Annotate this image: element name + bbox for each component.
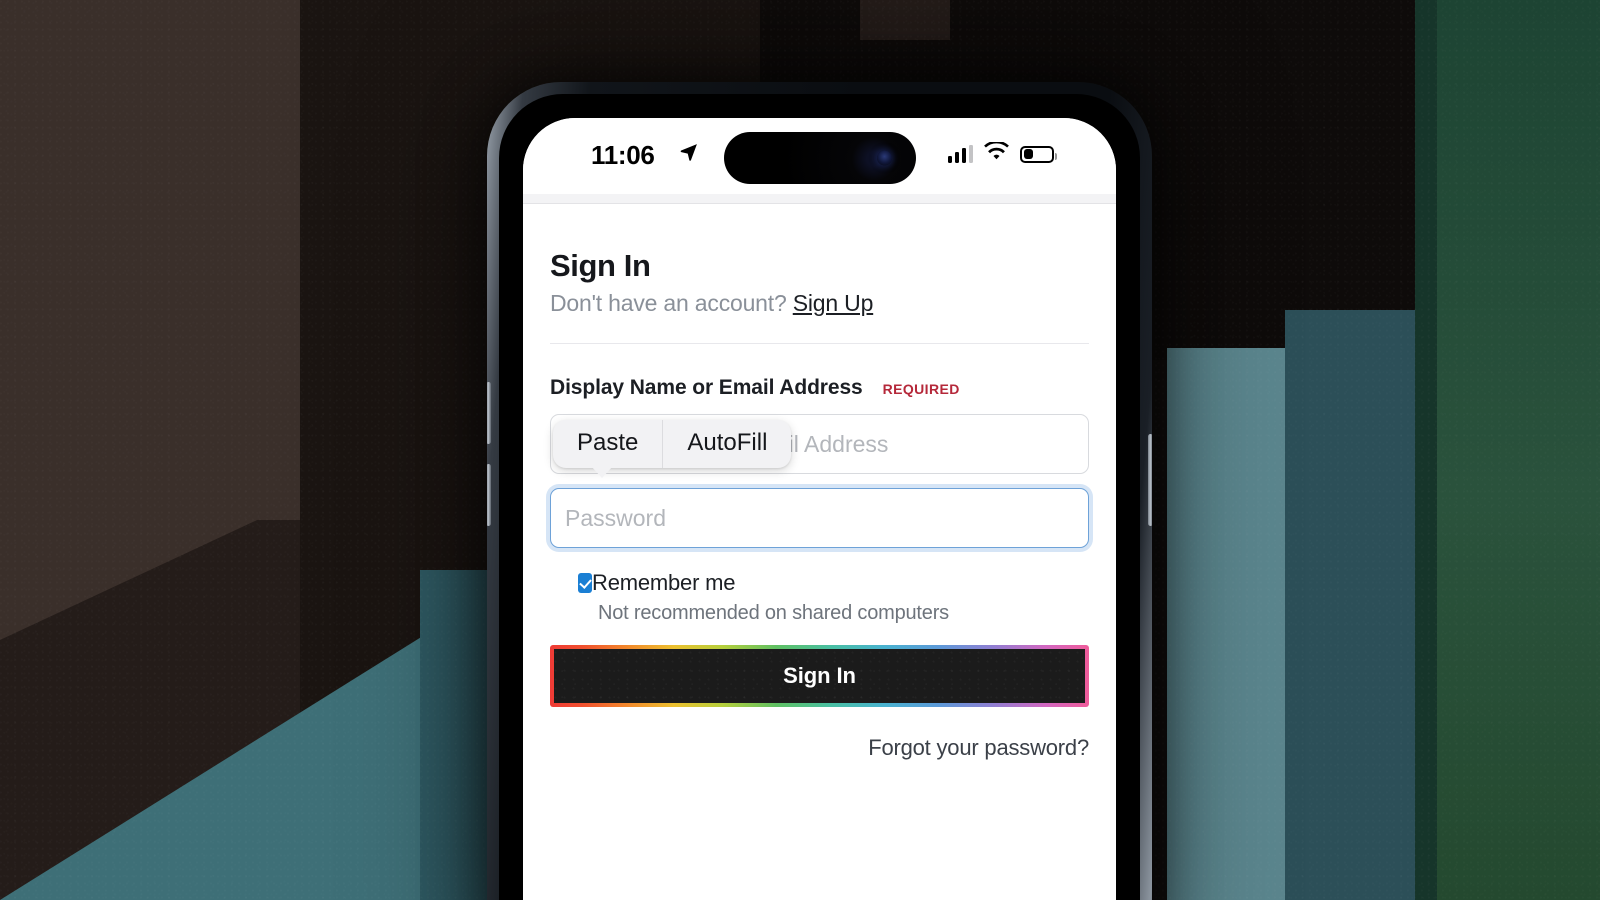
signin-submit-button[interactable]: Sign In bbox=[550, 645, 1089, 707]
volume-down-button[interactable] bbox=[487, 464, 491, 526]
username-label-row: Display Name or Email Address REQUIRED bbox=[550, 376, 1089, 400]
signup-prompt: Don't have an account? Sign Up bbox=[550, 290, 1089, 317]
forgot-password-row: Forgot your password? bbox=[550, 735, 1089, 761]
password-field-wrap: Paste AutoFill bbox=[550, 420, 1089, 548]
browser-toolbar-strip bbox=[523, 194, 1116, 204]
location-arrow-icon bbox=[679, 142, 699, 167]
password-input[interactable] bbox=[550, 488, 1089, 548]
forgot-password-link[interactable]: Forgot your password? bbox=[868, 735, 1089, 760]
bg-green-column bbox=[1437, 0, 1600, 900]
bg-teal-light-band bbox=[1167, 348, 1285, 900]
remember-me-hint: Not recommended on shared computers bbox=[598, 602, 949, 624]
signup-prompt-text: Don't have an account? bbox=[550, 290, 793, 316]
edit-callout-menu: Paste AutoFill bbox=[553, 420, 792, 478]
battery-icon bbox=[1020, 145, 1057, 163]
iphone-device: 11:06 Sign In Don't have an account? Sig… bbox=[487, 82, 1152, 900]
paste-menu-item[interactable]: Paste bbox=[553, 420, 662, 468]
front-camera-icon bbox=[876, 150, 892, 166]
section-divider bbox=[550, 343, 1089, 344]
signin-submit-label: Sign In bbox=[554, 649, 1085, 703]
power-button[interactable] bbox=[1148, 434, 1152, 526]
bg-teal-mid-band bbox=[1285, 310, 1415, 900]
signup-link[interactable]: Sign Up bbox=[793, 290, 874, 316]
page-title: Sign In bbox=[550, 248, 651, 283]
status-bar-indicators bbox=[947, 140, 1057, 166]
remember-me-row[interactable]: Remember me bbox=[578, 570, 1089, 596]
device-screen: 11:06 Sign In Don't have an account? Sig… bbox=[523, 118, 1116, 900]
username-label: Display Name or Email Address bbox=[550, 376, 863, 399]
bg-green-column-edge bbox=[1415, 0, 1437, 900]
cellular-signal-icon bbox=[947, 145, 973, 163]
signin-page: Sign In Don't have an account? Sign Up D… bbox=[523, 248, 1116, 900]
remember-me-checkbox[interactable] bbox=[578, 573, 592, 593]
bg-lit-wall-panel bbox=[0, 0, 300, 520]
status-bar-time: 11:06 bbox=[591, 140, 655, 170]
autofill-menu-item[interactable]: AutoFill bbox=[662, 420, 791, 468]
dynamic-island bbox=[723, 132, 916, 184]
remember-me-label: Remember me bbox=[592, 570, 736, 595]
bg-top-notch bbox=[860, 0, 950, 40]
device-bezel: 11:06 Sign In Don't have an account? Sig… bbox=[499, 94, 1140, 900]
volume-up-button[interactable] bbox=[487, 382, 491, 444]
wifi-icon bbox=[984, 140, 1009, 166]
required-badge: REQUIRED bbox=[882, 381, 960, 397]
status-bar: 11:06 bbox=[523, 118, 1116, 194]
